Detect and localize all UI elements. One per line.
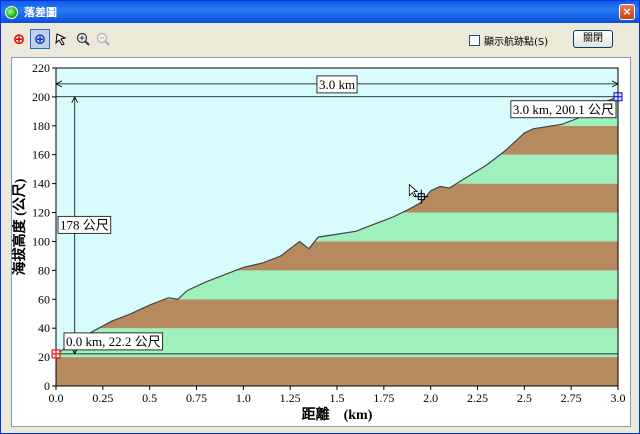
y-tick-label: 200 (32, 90, 50, 104)
x-tick-label: 1.25 (280, 391, 301, 405)
y-tick-label: 60 (38, 292, 50, 306)
zoom-out-icon[interactable] (93, 29, 113, 49)
x-tick-label: 2.0 (423, 391, 438, 405)
show-track-points-toggle[interactable]: 顯示航跡點(S) (469, 33, 548, 48)
svg-text:3.0 km, 200.1 公尺: 3.0 km, 200.1 公尺 (513, 102, 614, 117)
y-tick-label: 140 (32, 177, 50, 191)
x-tick-label: 0.25 (92, 391, 113, 405)
end-point-marker[interactable] (613, 92, 623, 102)
show-track-points-label: 顯示航跡點(S) (484, 37, 549, 48)
x-tick-label: 0.75 (186, 391, 207, 405)
end-point-label: 3.0 km, 200.1 公尺 (510, 100, 617, 119)
elevation-band (56, 357, 618, 386)
x-tick-label: 2.25 (467, 391, 488, 405)
x-tick-label: 0.0 (49, 391, 64, 405)
title-bar[interactable]: 落差圖 × (1, 1, 639, 23)
x-tick-label: 1.0 (236, 391, 251, 405)
y-tick-label: 120 (32, 206, 50, 220)
x-tick-label: 3.0 (611, 391, 626, 405)
crosshair-red-icon[interactable]: ⊕ (9, 29, 29, 49)
x-tick-label: 1.75 (373, 391, 394, 405)
svg-text:3.0 km: 3.0 km (319, 77, 355, 92)
close-button[interactable]: 關閉 (573, 30, 613, 48)
app-globe-icon (5, 5, 18, 19)
distance-label: 3.0 km (316, 75, 358, 94)
y-tick-label: 220 (32, 61, 50, 75)
x-tick-label: 1.5 (330, 391, 345, 405)
y-tick-label: 100 (32, 234, 50, 248)
zoom-in-icon[interactable] (73, 29, 93, 49)
x-tick-label: 0.5 (142, 391, 157, 405)
start-point-marker[interactable] (51, 349, 61, 359)
window-close-button[interactable]: × (619, 4, 635, 20)
show-track-points-checkbox[interactable] (469, 35, 480, 46)
elevation-chart-panel: 0.0 0.25 0.5 0.75 1.0 1.25 1.5 1.75 2.0 2.25 2.5 2.… (11, 57, 631, 427)
window-title: 落差圖 (24, 6, 57, 19)
y-tick-label: 40 (38, 321, 50, 335)
crosshair-blue-icon[interactable]: ⊕ (30, 29, 50, 49)
svg-text:0.0 km, 22.2 公尺: 0.0 km, 22.2 公尺 (66, 334, 161, 349)
y-tick-label: 160 (32, 148, 50, 162)
profile-window: 落差圖 × ⊕ ⊕ 顯示航跡點(S) 關閉 0.0 0.25 0.5 0.75 1.0 1… (0, 0, 640, 434)
lasso-icon[interactable] (51, 29, 71, 49)
y-tick-label: 80 (38, 263, 50, 277)
svg-text:178 公尺: 178 公尺 (60, 217, 109, 232)
height-diff-label: 178 公尺 (57, 215, 112, 234)
y-tick-label: 180 (32, 119, 50, 133)
y-tick-label: 0 (44, 379, 50, 393)
elevation-profile-chart[interactable]: 0.0 0.25 0.5 0.75 1.0 1.25 1.5 1.75 2.0 2.25 2.5 2.… (11, 58, 630, 426)
start-point-label: 0.0 km, 22.2 公尺 (63, 332, 164, 351)
x-tick-label: 2.75 (561, 391, 582, 405)
x-tick-label: 2.5 (517, 391, 532, 405)
y-tick-label: 20 (38, 350, 50, 364)
x-axis-label: 距離 (km) (302, 406, 373, 423)
y-axis-label: 海拔高度 (公尺) (12, 178, 28, 275)
